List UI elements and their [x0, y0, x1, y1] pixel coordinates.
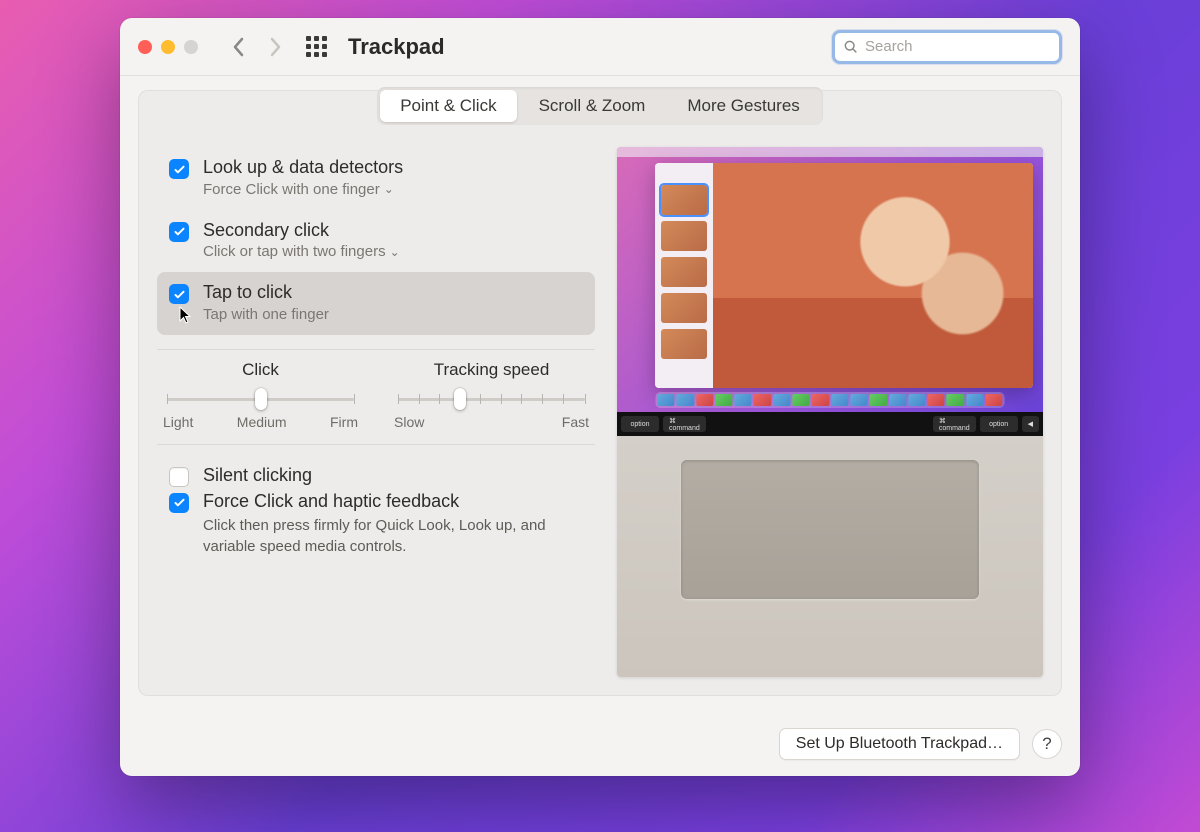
divider — [157, 444, 595, 445]
window-title: Trackpad — [348, 34, 445, 60]
search-field[interactable] — [832, 30, 1062, 64]
tracking-slider[interactable] — [398, 390, 585, 408]
tab-group: Point & Click Scroll & Zoom More Gesture… — [377, 87, 823, 125]
click-slider[interactable] — [167, 390, 354, 408]
window-controls — [138, 40, 198, 54]
option-lookup-dropdown[interactable]: Force Click with one finger ⌄ — [203, 181, 403, 198]
tracking-slider-group: Tracking speed Slow — [394, 360, 589, 430]
footer: Set Up Bluetooth Trackpad… ? — [120, 714, 1080, 776]
settings-panel: Point & Click Scroll & Zoom More Gesture… — [138, 90, 1062, 696]
click-label-light: Light — [163, 414, 193, 430]
back-button[interactable] — [224, 32, 254, 62]
click-label-firm: Firm — [330, 414, 358, 430]
checkmark-icon — [173, 496, 186, 509]
minimize-window-button[interactable] — [161, 40, 175, 54]
option-tap-subtitle: Tap with one finger — [203, 306, 329, 323]
preview-touchbar: option⌘ command ⌘ commandoption◀ — [617, 412, 1043, 436]
tracking-label-slow: Slow — [394, 414, 424, 430]
close-window-button[interactable] — [138, 40, 152, 54]
option-force-title: Force Click and haptic feedback — [203, 491, 573, 513]
option-secondary-row: Secondary click Click or tap with two fi… — [157, 210, 595, 273]
preview-screen — [617, 147, 1043, 412]
click-slider-group: Click Light Medium Fir — [163, 360, 358, 430]
click-slider-thumb[interactable] — [255, 388, 267, 410]
tracking-slider-thumb[interactable] — [454, 388, 466, 410]
preferences-window: Trackpad Point & Click Scroll & Zoom Mor… — [120, 18, 1080, 776]
option-tap-title: Tap to click — [203, 282, 329, 304]
forward-button[interactable] — [260, 32, 290, 62]
click-label-medium: Medium — [237, 414, 287, 430]
search-input[interactable] — [865, 38, 1064, 55]
preview-trackpad-area — [617, 436, 1043, 677]
option-lookup-title: Look up & data detectors — [203, 157, 403, 179]
chevron-down-icon: ⌄ — [390, 245, 400, 259]
checkbox-force-click[interactable] — [169, 493, 189, 513]
help-button[interactable]: ? — [1032, 729, 1062, 759]
option-tap-row: Tap to click Tap with one finger — [157, 272, 595, 335]
option-force-desc: Click then press firmly for Quick Look, … — [203, 516, 573, 557]
cursor-pointer-icon — [179, 306, 193, 324]
checkbox-tap-to-click[interactable] — [169, 284, 189, 304]
tab-more-gestures[interactable]: More Gestures — [667, 90, 819, 122]
show-all-prefs-button[interactable] — [302, 33, 330, 61]
gesture-preview: option⌘ command ⌘ commandoption◀ — [617, 147, 1043, 677]
click-slider-title: Click — [163, 360, 358, 380]
tab-scroll-zoom[interactable]: Scroll & Zoom — [519, 90, 666, 122]
option-secondary-title: Secondary click — [203, 220, 400, 242]
checkmark-icon — [173, 163, 186, 176]
tab-point-click[interactable]: Point & Click — [380, 90, 516, 122]
tracking-slider-title: Tracking speed — [394, 360, 589, 380]
checkmark-icon — [173, 288, 186, 301]
checkbox-secondary-click[interactable] — [169, 222, 189, 242]
option-secondary-dropdown[interactable]: Click or tap with two fingers ⌄ — [203, 243, 400, 260]
search-icon — [843, 39, 859, 55]
toolbar: Trackpad — [120, 18, 1080, 76]
divider — [157, 349, 595, 350]
setup-bluetooth-trackpad-button[interactable]: Set Up Bluetooth Trackpad… — [779, 728, 1020, 760]
preview-trackpad — [681, 460, 979, 599]
option-lookup-row: Look up & data detectors Force Click wit… — [157, 147, 595, 210]
chevron-down-icon: ⌄ — [384, 182, 394, 196]
option-force-row: Force Click and haptic feedback Click th… — [157, 489, 595, 569]
checkmark-icon — [173, 225, 186, 238]
zoom-window-button[interactable] — [184, 40, 198, 54]
checkbox-lookup[interactable] — [169, 159, 189, 179]
option-silent-title: Silent clicking — [203, 465, 312, 487]
option-silent-row: Silent clicking — [157, 455, 595, 489]
checkbox-silent-clicking[interactable] — [169, 467, 189, 487]
tracking-label-fast: Fast — [562, 414, 589, 430]
